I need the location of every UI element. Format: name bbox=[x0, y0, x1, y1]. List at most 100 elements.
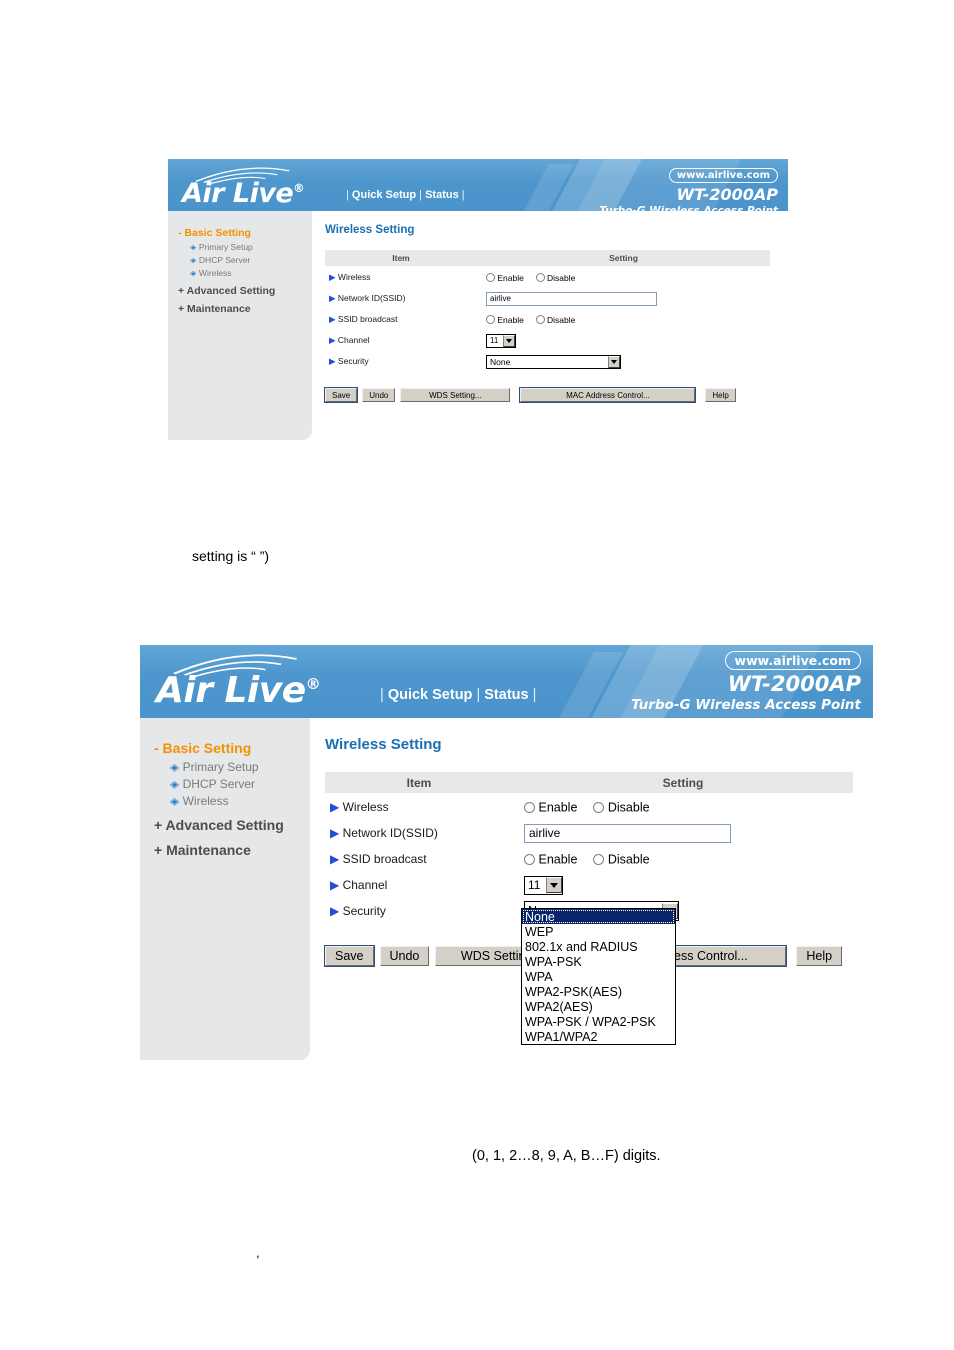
row-control-ssid-broadcast: Enable Disable bbox=[477, 309, 770, 330]
content-area: Wireless Setting Item Setting ▶ Wireless bbox=[324, 736, 865, 1045]
sidebar-item-label: DHCP Server bbox=[198, 255, 251, 265]
security-option[interactable]: WEP bbox=[522, 924, 675, 939]
row-control-security: None bbox=[477, 351, 770, 372]
undo-button[interactable]: Undo bbox=[379, 946, 430, 966]
security-option[interactable]: None bbox=[522, 909, 675, 924]
row-label-ssid: ▶ Network ID(SSID) bbox=[325, 820, 513, 846]
sidebar-group-maintenance[interactable]: + Maintenance bbox=[154, 842, 310, 858]
sidebar-item-primary-setup[interactable]: ◈ Primary Setup bbox=[170, 760, 310, 774]
row-control-ssid: airlive bbox=[477, 288, 770, 309]
row-label-channel: ▶ Channel bbox=[325, 872, 513, 898]
security-option[interactable]: 802.1x and RADIUS bbox=[522, 939, 675, 954]
nav-separator: | bbox=[346, 189, 349, 201]
row-control-channel: 11 bbox=[513, 872, 853, 898]
ssid-broadcast-radio-group: Enable Disable bbox=[524, 852, 852, 866]
wireless-enable-label: Enable bbox=[538, 800, 578, 815]
router-body: - Basic Setting ◈ Primary Setup ◈ DHCP S… bbox=[168, 211, 788, 440]
wireless-disable-radio[interactable] bbox=[593, 801, 605, 813]
ssid-broadcast-enable-radio[interactable] bbox=[486, 315, 495, 325]
help-button[interactable]: Help bbox=[796, 946, 843, 966]
wds-setting-button[interactable]: WDS Setting... bbox=[400, 388, 511, 402]
chevron-down-icon[interactable] bbox=[608, 355, 620, 368]
sidebar-item-primary-setup[interactable]: ◈ Primary Setup bbox=[190, 242, 312, 253]
security-option[interactable]: WPA-PSK / WPA2-PSK bbox=[522, 1014, 675, 1029]
row-label-wireless: ▶ Wireless bbox=[325, 793, 513, 820]
mac-address-control-button[interactable]: MAC Address Control... bbox=[519, 387, 697, 403]
sidebar-item-dhcp-server[interactable]: ◈ DHCP Server bbox=[170, 777, 310, 791]
save-button[interactable]: Save bbox=[323, 387, 359, 403]
content-area: Wireless Setting Item Setting ▶ Wireless bbox=[323, 224, 782, 403]
wireless-enable-radio[interactable] bbox=[486, 273, 495, 283]
diamond-bullet-icon: ◈ bbox=[169, 778, 180, 790]
sidebar: - Basic Setting ◈ Primary Setup ◈ DHCP S… bbox=[140, 718, 310, 1060]
nav-link-status[interactable]: Status bbox=[425, 189, 459, 201]
body-text-line-2: (0, 1, 2…8, 9, A, B…F) digits. bbox=[472, 1148, 661, 1164]
table-row-channel: ▶ Channel 11 bbox=[325, 330, 770, 351]
ssid-input[interactable]: airlive bbox=[486, 291, 657, 306]
airlive-url-badge[interactable]: www.airlive.com bbox=[724, 651, 861, 670]
ssid-input-value: airlive bbox=[490, 294, 511, 303]
device-tagline: Turbo-G Wireless Access Point bbox=[631, 697, 861, 713]
sidebar-group-basic-setting[interactable]: - Basic Setting bbox=[178, 227, 312, 239]
channel-select-value: 11 bbox=[490, 336, 499, 345]
ssid-broadcast-disable-radio[interactable] bbox=[535, 315, 545, 325]
sidebar-group-basic-setting[interactable]: - Basic Setting bbox=[154, 740, 310, 756]
chevron-down-icon[interactable] bbox=[546, 877, 562, 893]
airlive-url-badge[interactable]: www.airlive.com bbox=[668, 168, 778, 183]
triangle-right-icon: ▶ bbox=[330, 852, 340, 866]
security-option[interactable]: WPA1/WPA2 bbox=[522, 1029, 675, 1044]
sidebar-group-maintenance[interactable]: + Maintenance bbox=[178, 303, 312, 315]
row-label-ssid-broadcast: ▶ SSID broadcast bbox=[325, 309, 477, 330]
nav-separator: | bbox=[461, 189, 465, 201]
row-label-security: ▶ Security bbox=[325, 351, 477, 372]
column-header-item: Item bbox=[325, 250, 477, 267]
airlive-logo-text: Air Live® bbox=[182, 180, 342, 207]
chevron-down-icon[interactable] bbox=[503, 334, 515, 347]
table-row-wireless: ▶ Wireless Enable Disable bbox=[325, 266, 770, 288]
save-button[interactable]: Save bbox=[324, 945, 375, 967]
wireless-enable-radio[interactable] bbox=[524, 801, 535, 813]
header-nav: | Quick Setup | Status | bbox=[346, 189, 465, 201]
sidebar-group-advanced-setting[interactable]: + Advanced Setting bbox=[154, 817, 310, 833]
help-button[interactable]: Help bbox=[705, 388, 736, 402]
triangle-right-icon: ▶ bbox=[329, 356, 336, 366]
airlive-logo-text: Air Live® bbox=[156, 673, 366, 709]
device-branding: www.airlive.com WT-2000AP Turbo-G Wirele… bbox=[599, 165, 778, 211]
action-button-bar: Save Undo WDS Setting... MAC Address Con… bbox=[323, 387, 782, 403]
ssid-input[interactable]: airlive bbox=[524, 823, 731, 843]
sidebar-item-wireless[interactable]: ◈ Wireless bbox=[190, 268, 312, 279]
nav-separator: | bbox=[476, 687, 481, 703]
wireless-radio-group: Enable Disable bbox=[524, 800, 852, 815]
nav-link-quick-setup[interactable]: Quick Setup bbox=[352, 189, 416, 201]
wireless-enable-label: Enable bbox=[497, 272, 524, 283]
nav-separator: | bbox=[419, 189, 423, 201]
channel-select[interactable]: 11 bbox=[524, 875, 563, 895]
nav-link-quick-setup[interactable]: Quick Setup bbox=[388, 687, 473, 703]
diamond-bullet-icon: ◈ bbox=[189, 268, 197, 278]
router-admin-panel-bottom: Air Live® | Quick Setup | Status | www.a… bbox=[140, 645, 873, 1060]
sidebar-item-label: Primary Setup bbox=[182, 760, 259, 774]
security-select[interactable]: None bbox=[486, 354, 621, 369]
triangle-right-icon: ▶ bbox=[329, 293, 336, 303]
ssid-broadcast-enable-radio[interactable] bbox=[524, 853, 535, 865]
security-option[interactable]: WPA2-PSK(AES) bbox=[522, 984, 675, 999]
security-option[interactable]: WPA2(AES) bbox=[522, 999, 675, 1014]
table-row-ssid-broadcast: ▶ SSID broadcast Enable Disable bbox=[325, 846, 853, 872]
wireless-disable-radio[interactable] bbox=[535, 273, 545, 283]
triangle-right-icon: ▶ bbox=[330, 904, 340, 918]
security-dropdown-list[interactable]: None WEP 802.1x and RADIUS WPA-PSK WPA WPA2-P… bbox=[521, 908, 676, 1045]
sidebar-group-advanced-setting[interactable]: + Advanced Setting bbox=[178, 285, 312, 297]
sidebar: - Basic Setting ◈ Primary Setup ◈ DHCP S… bbox=[168, 211, 312, 440]
security-option[interactable]: WPA bbox=[522, 969, 675, 984]
ssid-broadcast-disable-radio[interactable] bbox=[593, 853, 605, 865]
body-text-line-3: , bbox=[256, 1245, 260, 1260]
sidebar-item-wireless[interactable]: ◈ Wireless bbox=[170, 794, 310, 808]
nav-link-status[interactable]: Status bbox=[484, 687, 528, 703]
channel-select[interactable]: 11 bbox=[486, 333, 516, 348]
sidebar-item-dhcp-server[interactable]: ◈ DHCP Server bbox=[190, 255, 312, 266]
nav-separator: | bbox=[380, 687, 384, 703]
row-control-wireless: Enable Disable bbox=[477, 266, 770, 288]
undo-button[interactable]: Undo bbox=[362, 388, 396, 402]
security-option[interactable]: WPA-PSK bbox=[522, 954, 675, 969]
diamond-bullet-icon: ◈ bbox=[169, 761, 180, 773]
